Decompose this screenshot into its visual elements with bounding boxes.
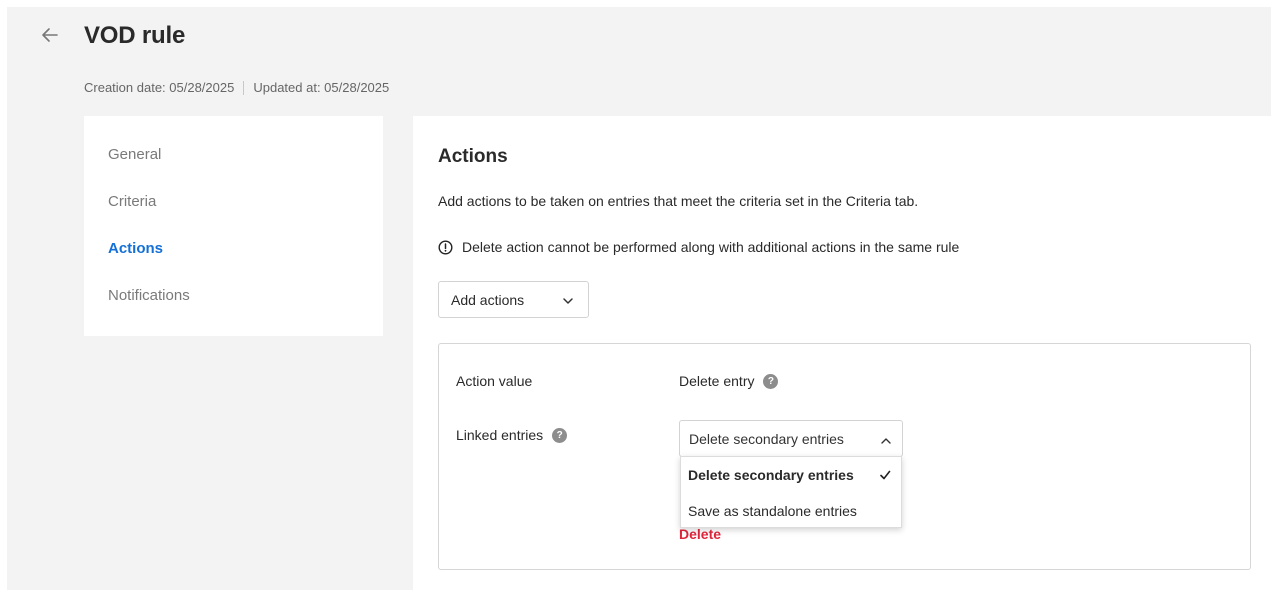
linked-entries-label-text: Linked entries bbox=[456, 427, 544, 443]
add-actions-label: Add actions bbox=[451, 291, 525, 308]
chevron-down-icon bbox=[562, 294, 574, 310]
chevron-up-icon bbox=[880, 434, 892, 450]
action-value-text: Delete entry bbox=[679, 373, 755, 389]
creation-date: Creation date: 05/28/2025 bbox=[84, 80, 235, 95]
linked-entries-select[interactable]: Delete secondary entries bbox=[679, 420, 903, 457]
dropdown-option-save-standalone[interactable]: Save as standalone entries bbox=[681, 493, 901, 529]
updated-date: Updated at: 05/28/2025 bbox=[253, 80, 390, 95]
sidebar-item-criteria[interactable]: Criteria bbox=[108, 193, 156, 210]
back-button[interactable] bbox=[40, 25, 62, 49]
dropdown-option-label: Save as standalone entries bbox=[688, 503, 857, 519]
check-icon bbox=[879, 468, 891, 484]
sidebar-item-actions[interactable]: Actions bbox=[108, 240, 163, 257]
sidebar-item-notifications[interactable]: Notifications bbox=[108, 287, 190, 304]
section-title: Actions bbox=[438, 146, 508, 167]
page-title: VOD rule bbox=[84, 22, 186, 49]
sidebar-item-general[interactable]: General bbox=[108, 146, 161, 163]
action-value-label: Action value bbox=[456, 373, 533, 389]
exclamation-circle-icon bbox=[438, 239, 453, 255]
dropdown-option-label: Delete secondary entries bbox=[688, 467, 854, 483]
question-circle-icon[interactable]: ? bbox=[552, 427, 568, 443]
section-description: Add actions to be taken on entries that … bbox=[438, 193, 919, 209]
dropdown-option-delete-secondary[interactable]: Delete secondary entries bbox=[681, 457, 901, 493]
linked-entries-dropdown: Delete secondary entries Save as standal… bbox=[680, 456, 902, 528]
linked-entries-label: Linked entries ? bbox=[456, 427, 568, 443]
linked-entries-select-value: Delete secondary entries bbox=[689, 430, 844, 447]
page-metadata: Creation date: 05/28/2025 Updated at: 05… bbox=[84, 80, 389, 95]
sidebar: General Criteria Actions Notifications bbox=[84, 116, 383, 336]
action-value: Delete entry ? bbox=[679, 373, 779, 389]
question-circle-icon[interactable]: ? bbox=[763, 373, 779, 389]
arrow-left-icon bbox=[40, 25, 62, 45]
divider bbox=[243, 80, 245, 95]
add-actions-button[interactable]: Add actions bbox=[438, 281, 589, 318]
warning-text: Delete action cannot be performed along … bbox=[462, 239, 960, 255]
warning-message: Delete action cannot be performed along … bbox=[438, 239, 959, 255]
